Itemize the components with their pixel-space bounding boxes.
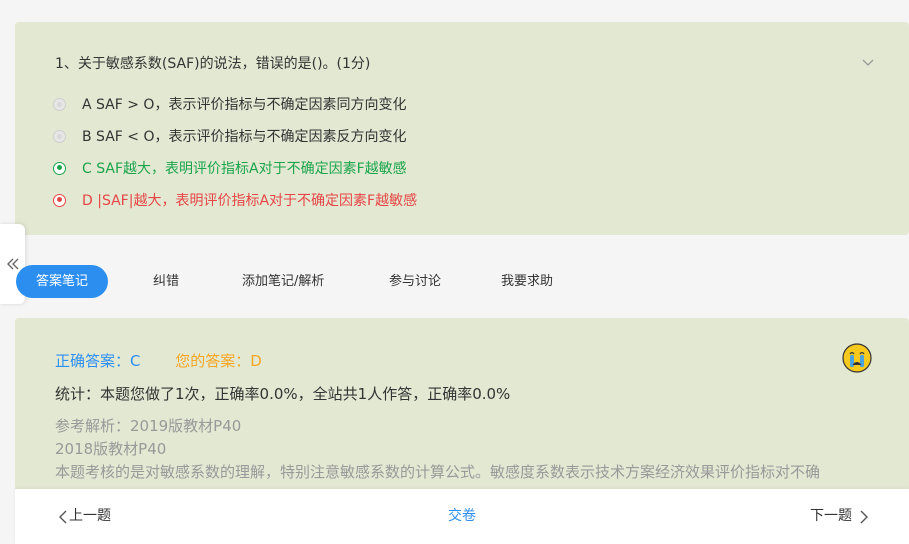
submit-exam-button[interactable]: 交卷: [448, 489, 476, 544]
answer-card: 正确答案：C 您的答案：D 统计：本题您做了1次，正确率0.0%，全站共1人作答…: [15, 318, 909, 518]
prev-label: 上一题: [69, 508, 111, 524]
option-label: B SAF < O，表示评价指标与不确定因素反方向变化: [82, 129, 407, 145]
correct-answer: 正确答案：C: [55, 352, 141, 370]
radio-icon: [53, 97, 66, 111]
answer-tabs: 答案笔记 纠错 添加笔记/解析 参与讨论 我要求助: [0, 265, 909, 298]
tab-discussion[interactable]: 参与讨论: [389, 265, 441, 298]
answer-summary: 正确答案：C 您的答案：D: [55, 350, 262, 371]
bottom-nav-bar: 上一题 交卷 下一题: [15, 489, 909, 544]
analysis-line: 2018版教材P40: [55, 440, 167, 458]
your-answer: 您的答案：D: [175, 352, 262, 370]
next-label: 下一题: [810, 508, 852, 524]
prev-question-button[interactable]: 上一题: [57, 489, 111, 544]
chevron-down-icon[interactable]: [861, 55, 875, 69]
option-label: A SAF > O，表示评价指标与不确定因素同方向变化: [82, 97, 407, 113]
radio-checked-icon: [53, 161, 66, 175]
tab-add-note[interactable]: 添加笔记/解析: [242, 265, 324, 298]
analysis-line: 本题考核的是对敏感系数的理解，特别注意敏感系数的计算公式。敏感度系数表示技术方案…: [55, 463, 821, 481]
question-title: 1、关于敏感系数(SAF)的说法，错误的是()。(1分): [55, 56, 371, 72]
analysis-line: 参考解析：2019版教材P40: [55, 417, 242, 435]
next-question-button[interactable]: 下一题: [810, 489, 870, 544]
option-b[interactable]: B SAF < O，表示评价指标与不确定因素反方向变化: [53, 126, 406, 146]
crying-face-icon: [842, 343, 872, 373]
chevron-left-icon: [59, 510, 67, 523]
chevron-right-icon: [860, 510, 868, 523]
exam-page: 1、关于敏感系数(SAF)的说法，错误的是()。(1分) A SAF > O，表…: [0, 0, 909, 544]
option-d[interactable]: D |SAF|越大，表明评价指标A对于不确定因素F越敏感: [53, 190, 417, 210]
option-a[interactable]: A SAF > O，表示评价指标与不确定因素同方向变化: [53, 94, 406, 114]
tab-ask-help[interactable]: 我要求助: [501, 265, 553, 298]
answer-stats: 统计：本题您做了1次，正确率0.0%，全站共1人作答，正确率0.0%: [55, 385, 511, 403]
tab-answer-notes[interactable]: 答案笔记: [16, 265, 109, 298]
radio-icon: [53, 129, 66, 143]
radio-checked-icon: [53, 193, 66, 207]
question-card: 1、关于敏感系数(SAF)的说法，错误的是()。(1分) A SAF > O，表…: [15, 22, 909, 235]
analysis-text: 参考解析：2019版教材P40 2018版教材P40 本题考核的是对敏感系数的理…: [55, 415, 820, 484]
option-c[interactable]: C SAF越大，表明评价指标A对于不确定因素F越敏感: [53, 158, 407, 178]
tab-report-error[interactable]: 纠错: [153, 265, 179, 298]
option-label: D |SAF|越大，表明评价指标A对于不确定因素F越敏感: [82, 193, 418, 209]
option-label: C SAF越大，表明评价指标A对于不确定因素F越敏感: [82, 161, 407, 177]
